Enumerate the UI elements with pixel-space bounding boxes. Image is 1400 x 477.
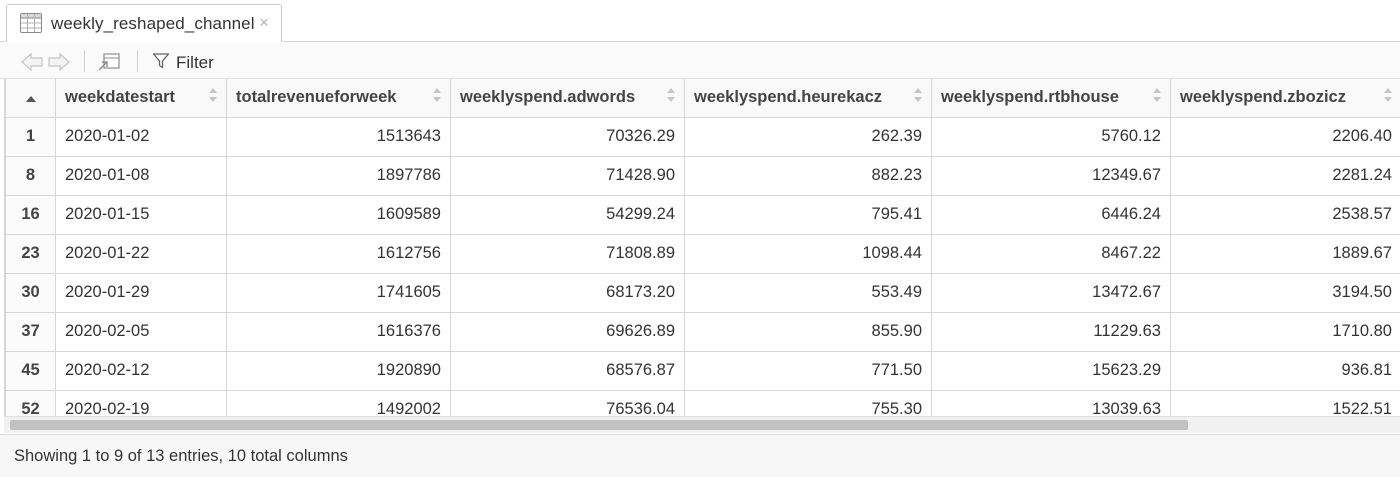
forward-arrow-icon[interactable] xyxy=(47,51,71,73)
cell-weeklyspend-zbozicz: 2281.24 xyxy=(1170,155,1400,196)
cell-weeklyspend-adwords: 71428.90 xyxy=(450,155,685,196)
filter-label: Filter xyxy=(176,53,214,72)
cell-weeklyspend-heurekacz: 755.30 xyxy=(684,389,932,416)
column-header-totalrevenueforweek[interactable]: totalrevenueforweek xyxy=(226,79,451,118)
horizontal-scrollbar[interactable] xyxy=(4,416,1400,433)
cell-weekdatestart: 2020-01-02 xyxy=(55,116,227,157)
cell-weeklyspend-zbozicz: 1710.80 xyxy=(1170,311,1400,352)
cell-weeklyspend-rtbhouse: 15623.29 xyxy=(931,350,1171,391)
cell-weekdatestart: 2020-01-22 xyxy=(55,233,227,274)
column-header-weekdatestart[interactable]: weekdatestart xyxy=(55,79,227,118)
sort-icon xyxy=(667,88,675,104)
table-row: 16 2020-01-15 1609589 54299.24 795.41 64… xyxy=(5,194,1400,235)
cell-weeklyspend-adwords: 76536.04 xyxy=(450,389,685,416)
cell-weeklyspend-heurekacz: 553.49 xyxy=(684,272,932,313)
cell-weeklyspend-heurekacz: 771.50 xyxy=(684,350,932,391)
toolbar: Filter xyxy=(0,43,1400,79)
cell-weeklyspend-adwords: 68576.87 xyxy=(450,350,685,391)
cell-weeklyspend-adwords: 71808.89 xyxy=(450,233,685,274)
cell-weeklyspend-zbozicz: 3194.50 xyxy=(1170,272,1400,313)
tab-title: weekly_reshaped_channel xyxy=(51,14,255,33)
cell-weeklyspend-rtbhouse: 5760.12 xyxy=(931,116,1171,157)
table-row: 23 2020-01-22 1612756 71808.89 1098.44 8… xyxy=(5,233,1400,274)
row-number: 45 xyxy=(5,350,56,391)
toolbar-separator xyxy=(137,50,138,72)
row-number: 8 xyxy=(5,155,56,196)
row-number: 30 xyxy=(5,272,56,313)
cell-weeklyspend-zbozicz: 1889.67 xyxy=(1170,233,1400,274)
table-row: 30 2020-01-29 1741605 68173.20 553.49 13… xyxy=(5,272,1400,313)
filter-funnel-icon xyxy=(152,52,170,75)
close-icon[interactable]: × xyxy=(259,14,269,32)
cell-weekdatestart: 2020-01-08 xyxy=(55,155,227,196)
cell-weekdatestart: 2020-02-19 xyxy=(55,389,227,416)
back-arrow-icon[interactable] xyxy=(20,51,44,73)
cell-weeklyspend-adwords: 54299.24 xyxy=(450,194,685,235)
cell-weeklyspend-rtbhouse: 13039.63 xyxy=(931,389,1171,416)
column-header-rownum[interactable] xyxy=(5,79,56,118)
column-header-weeklyspend-zbozicz[interactable]: weeklyspend.zbozicz xyxy=(1170,79,1400,118)
cell-weeklyspend-heurekacz: 882.23 xyxy=(684,155,932,196)
sort-ascending-icon xyxy=(25,96,36,103)
cell-weeklyspend-rtbhouse: 12349.67 xyxy=(931,155,1171,196)
table-icon xyxy=(20,13,42,33)
cell-totalrevenueforweek: 1741605 xyxy=(226,272,451,313)
cell-weeklyspend-heurekacz: 855.90 xyxy=(684,311,932,352)
cell-weeklyspend-zbozicz: 1522.51 xyxy=(1170,389,1400,416)
row-number: 23 xyxy=(5,233,56,274)
cell-weeklyspend-adwords: 70326.29 xyxy=(450,116,685,157)
cell-weeklyspend-adwords: 68173.20 xyxy=(450,272,685,313)
sort-icon xyxy=(1153,88,1161,104)
cell-weeklyspend-rtbhouse: 11229.63 xyxy=(931,311,1171,352)
sort-icon xyxy=(1384,88,1392,104)
column-header-weeklyspend-adwords[interactable]: weeklyspend.adwords xyxy=(450,79,685,118)
sort-icon xyxy=(433,88,441,104)
entries-status-text: Showing 1 to 9 of 13 entries, 10 total c… xyxy=(14,447,348,465)
cell-weeklyspend-rtbhouse: 13472.67 xyxy=(931,272,1171,313)
cell-totalrevenueforweek: 1612756 xyxy=(226,233,451,274)
cell-weeklyspend-heurekacz: 795.41 xyxy=(684,194,932,235)
table-row: 1 2020-01-02 1513643 70326.29 262.39 576… xyxy=(5,116,1400,157)
cell-totalrevenueforweek: 1609589 xyxy=(226,194,451,235)
cell-weeklyspend-zbozicz: 2538.57 xyxy=(1170,194,1400,235)
tab-bar: weekly_reshaped_channel × xyxy=(0,0,1400,42)
cell-weeklyspend-adwords: 69626.89 xyxy=(450,311,685,352)
cell-weeklyspend-heurekacz: 262.39 xyxy=(684,116,932,157)
cell-totalrevenueforweek: 1513643 xyxy=(226,116,451,157)
table-row: 52 2020-02-19 1492002 76536.04 755.30 13… xyxy=(5,389,1400,416)
cell-totalrevenueforweek: 1897786 xyxy=(226,155,451,196)
cell-weeklyspend-rtbhouse: 8467.22 xyxy=(931,233,1171,274)
sort-icon xyxy=(914,88,922,104)
table-row: 8 2020-01-08 1897786 71428.90 882.23 123… xyxy=(5,155,1400,196)
cell-weekdatestart: 2020-01-29 xyxy=(55,272,227,313)
sort-icon xyxy=(209,88,217,104)
data-viewer-table: weekdatestart totalrevenueforweek weekly… xyxy=(4,79,1400,416)
row-number: 52 xyxy=(5,389,56,416)
cell-weeklyspend-zbozicz: 936.81 xyxy=(1170,350,1400,391)
cell-totalrevenueforweek: 1920890 xyxy=(226,350,451,391)
row-number: 1 xyxy=(5,116,56,157)
cell-totalrevenueforweek: 1492002 xyxy=(226,389,451,416)
cell-weeklyspend-heurekacz: 1098.44 xyxy=(684,233,932,274)
row-number: 37 xyxy=(5,311,56,352)
filter-button[interactable]: Filter xyxy=(152,52,214,74)
popout-window-icon[interactable] xyxy=(97,51,121,73)
cell-weekdatestart: 2020-01-15 xyxy=(55,194,227,235)
toolbar-separator xyxy=(84,50,85,72)
cell-totalrevenueforweek: 1616376 xyxy=(226,311,451,352)
row-number: 16 xyxy=(5,194,56,235)
table-row: 45 2020-02-12 1920890 68576.87 771.50 15… xyxy=(5,350,1400,391)
table-row: 37 2020-02-05 1616376 69626.89 855.90 11… xyxy=(5,311,1400,352)
status-footer: Showing 1 to 9 of 13 entries, 10 total c… xyxy=(0,434,1400,477)
column-header-weeklyspend-rtbhouse[interactable]: weeklyspend.rtbhouse xyxy=(931,79,1171,118)
tab-weekly-reshaped-channel[interactable]: weekly_reshaped_channel × xyxy=(6,4,282,42)
cell-weekdatestart: 2020-02-05 xyxy=(55,311,227,352)
column-header-weeklyspend-heurekacz[interactable]: weeklyspend.heurekacz xyxy=(684,79,932,118)
table-header-row: weekdatestart totalrevenueforweek weekly… xyxy=(5,79,1400,118)
cell-weekdatestart: 2020-02-12 xyxy=(55,350,227,391)
cell-weeklyspend-zbozicz: 2206.40 xyxy=(1170,116,1400,157)
cell-weeklyspend-rtbhouse: 6446.24 xyxy=(931,194,1171,235)
scrollbar-thumb[interactable] xyxy=(10,420,1188,430)
